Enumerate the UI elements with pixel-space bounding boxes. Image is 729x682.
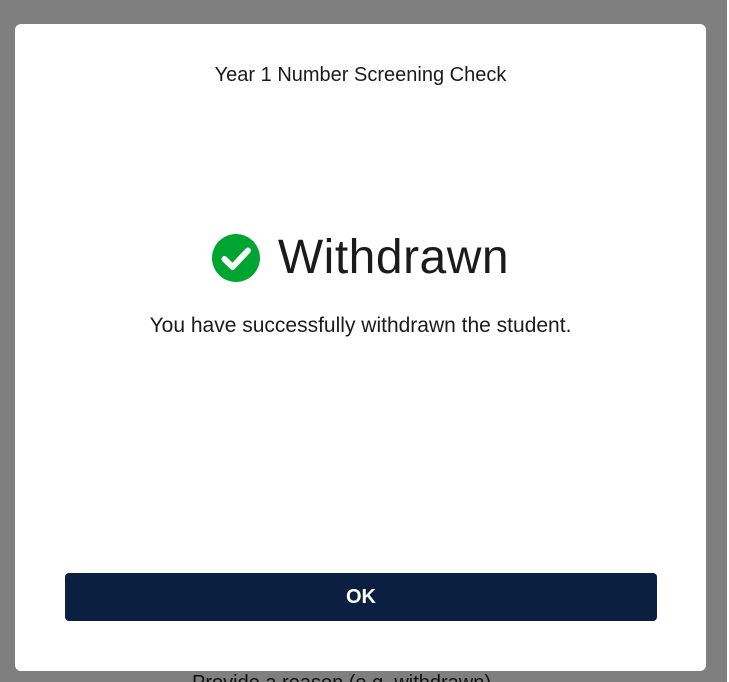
withdrawn-dialog: Year 1 Number Screening Check Withdrawn … — [15, 24, 706, 671]
check-circle-icon — [211, 233, 260, 282]
background-page-text: Provide a reason (e.g. withdrawn) — [192, 672, 491, 682]
status-heading: Withdrawn — [277, 231, 510, 284]
status-message: You have successfully withdrawn the stud… — [149, 314, 572, 337]
status-row: Withdrawn — [15, 230, 706, 285]
dialog-title: Year 1 Number Screening Check — [214, 64, 507, 86]
ok-button[interactable]: OK — [65, 573, 657, 621]
